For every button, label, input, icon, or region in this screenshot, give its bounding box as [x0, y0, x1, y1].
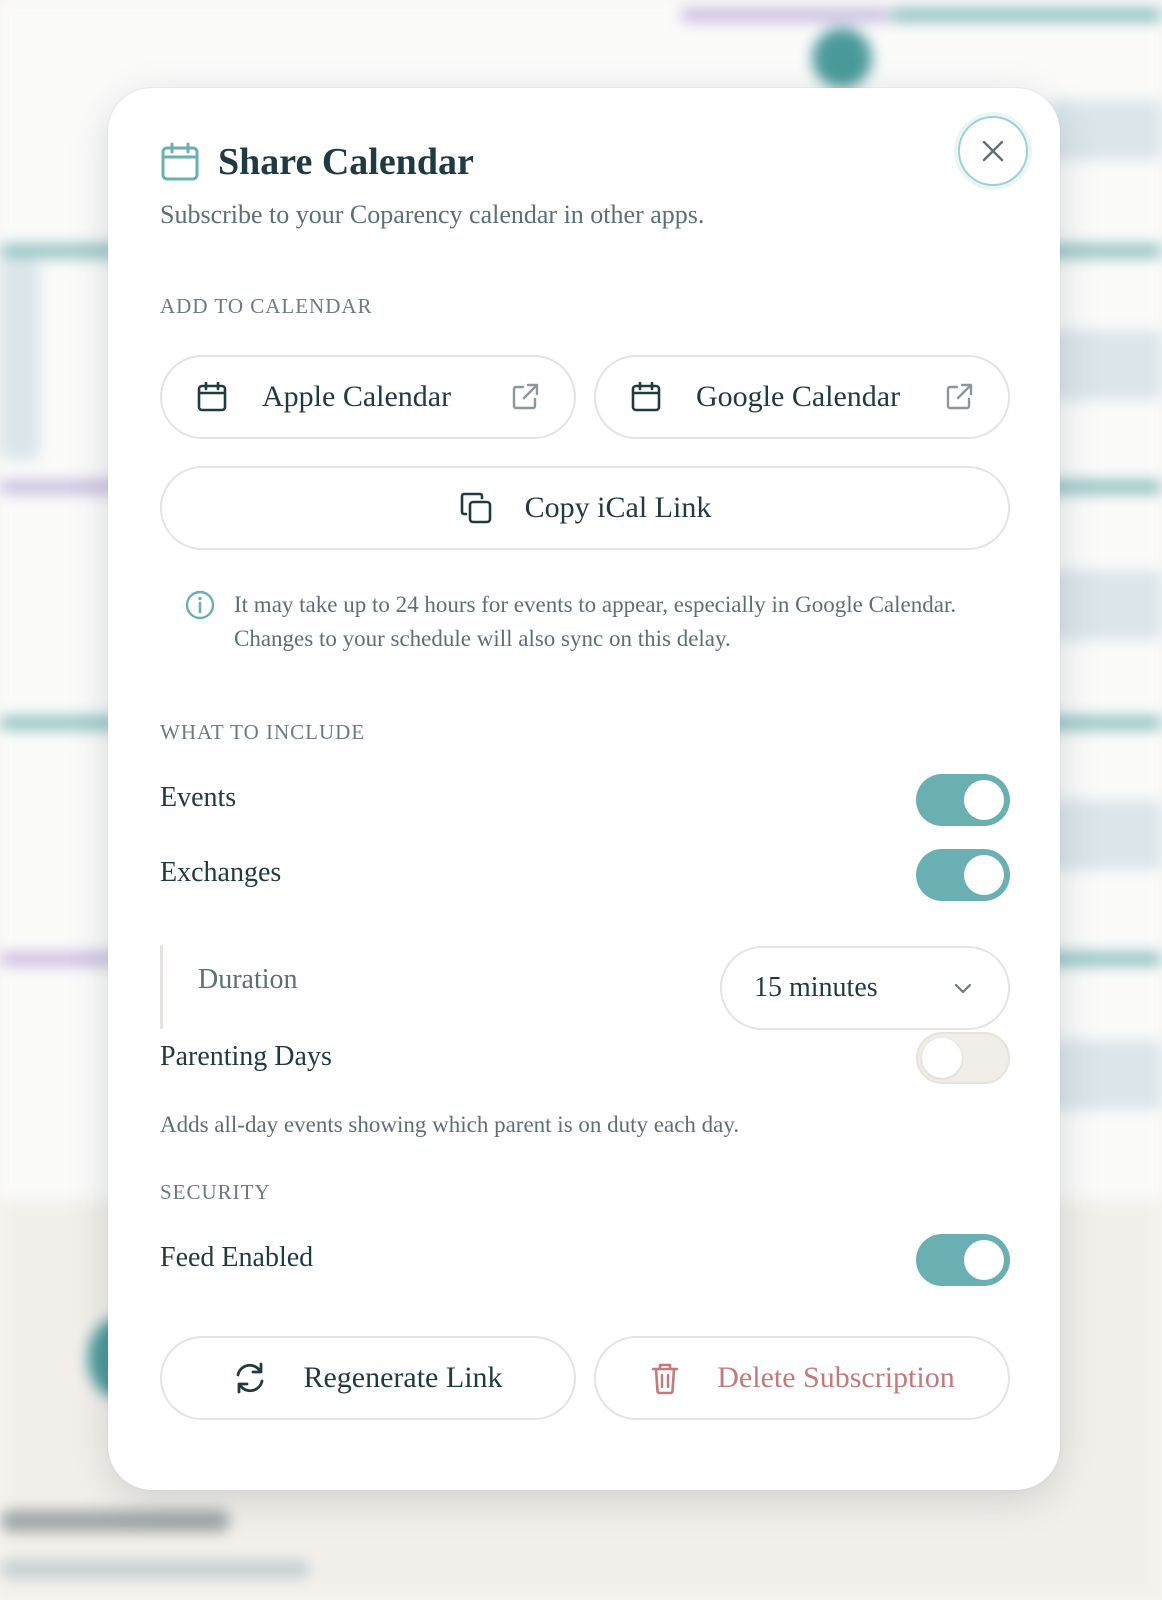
duration-indent-line [160, 945, 163, 1029]
feed-enabled-label: Feed Enabled [160, 1242, 314, 1273]
duration-label: Duration [198, 964, 298, 995]
background-bar [680, 8, 890, 22]
duration-select[interactable]: 15 minutes [720, 946, 1010, 1030]
background-block [1050, 1040, 1162, 1110]
copy-icon [460, 492, 491, 524]
background-bar [890, 8, 1162, 22]
add-to-calendar-heading: ADD TO CALENDAR [160, 294, 373, 318]
calendar-icon [161, 142, 199, 181]
exchanges-label: Exchanges [160, 857, 282, 888]
background-block [1050, 330, 1162, 400]
google-calendar-button[interactable]: Google Calendar [594, 355, 1010, 439]
events-label: Events [160, 782, 237, 813]
chevron-down-icon [954, 983, 972, 994]
dialog-title: Share Calendar [218, 141, 474, 183]
background-bar [0, 952, 120, 966]
copy-ical-link-button[interactable]: Copy iCal Link [160, 466, 1010, 550]
regenerate-link-label: Regenerate Link [303, 1361, 503, 1394]
toggle-knob [964, 1240, 1004, 1280]
exchanges-toggle[interactable] [916, 849, 1010, 901]
delete-subscription-label: Delete Subscription [717, 1361, 955, 1394]
background-bar [0, 480, 120, 494]
external-link-icon [512, 383, 539, 410]
info-icon [185, 590, 215, 620]
copy-ical-link-label: Copy iCal Link [524, 491, 712, 524]
background-bar [0, 244, 120, 258]
what-to-include-heading: WHAT TO INCLUDE [160, 720, 366, 744]
background-block [1050, 570, 1162, 640]
regenerate-link-button[interactable]: Regenerate Link [160, 1336, 576, 1420]
parenting-days-hint: Adds all-day events showing which parent… [160, 1112, 740, 1137]
calendar-icon [631, 381, 661, 412]
delete-subscription-button[interactable]: Delete Subscription [594, 1336, 1010, 1420]
apple-calendar-button[interactable]: Apple Calendar [160, 355, 576, 439]
background-block [1050, 800, 1162, 870]
trash-icon [651, 1363, 679, 1395]
events-toggle[interactable] [916, 774, 1010, 826]
toggle-knob [964, 855, 1004, 895]
background-block [0, 260, 40, 460]
toggle-knob [922, 1038, 962, 1078]
apple-calendar-label: Apple Calendar [262, 380, 452, 413]
google-calendar-label: Google Calendar [696, 380, 901, 413]
close-icon [982, 140, 1004, 162]
calendar-icon [197, 381, 227, 412]
background-block [1050, 100, 1162, 160]
sync-delay-notice: It may take up to 24 hours for events to… [184, 588, 964, 656]
share-calendar-dialog: Share Calendar Subscribe to your Coparen… [108, 88, 1060, 1490]
duration-value: 15 minutes [754, 972, 878, 1003]
dialog-header: Share Calendar [160, 140, 474, 184]
refresh-icon [237, 1362, 264, 1394]
sync-delay-text: It may take up to 24 hours for events to… [234, 592, 957, 651]
dialog-subtitle: Subscribe to your Coparency calendar in … [160, 200, 705, 229]
background-bar [0, 716, 120, 730]
toggle-knob [964, 780, 1004, 820]
external-link-icon [946, 383, 973, 410]
security-heading: SECURITY [160, 1180, 271, 1204]
feed-enabled-toggle[interactable] [916, 1234, 1010, 1286]
background-text [0, 1510, 230, 1532]
close-button[interactable] [958, 116, 1028, 186]
parenting-days-toggle[interactable] [916, 1032, 1010, 1084]
background-avatar [812, 28, 872, 88]
background-text [0, 1560, 310, 1578]
parenting-days-label: Parenting Days [160, 1041, 332, 1072]
